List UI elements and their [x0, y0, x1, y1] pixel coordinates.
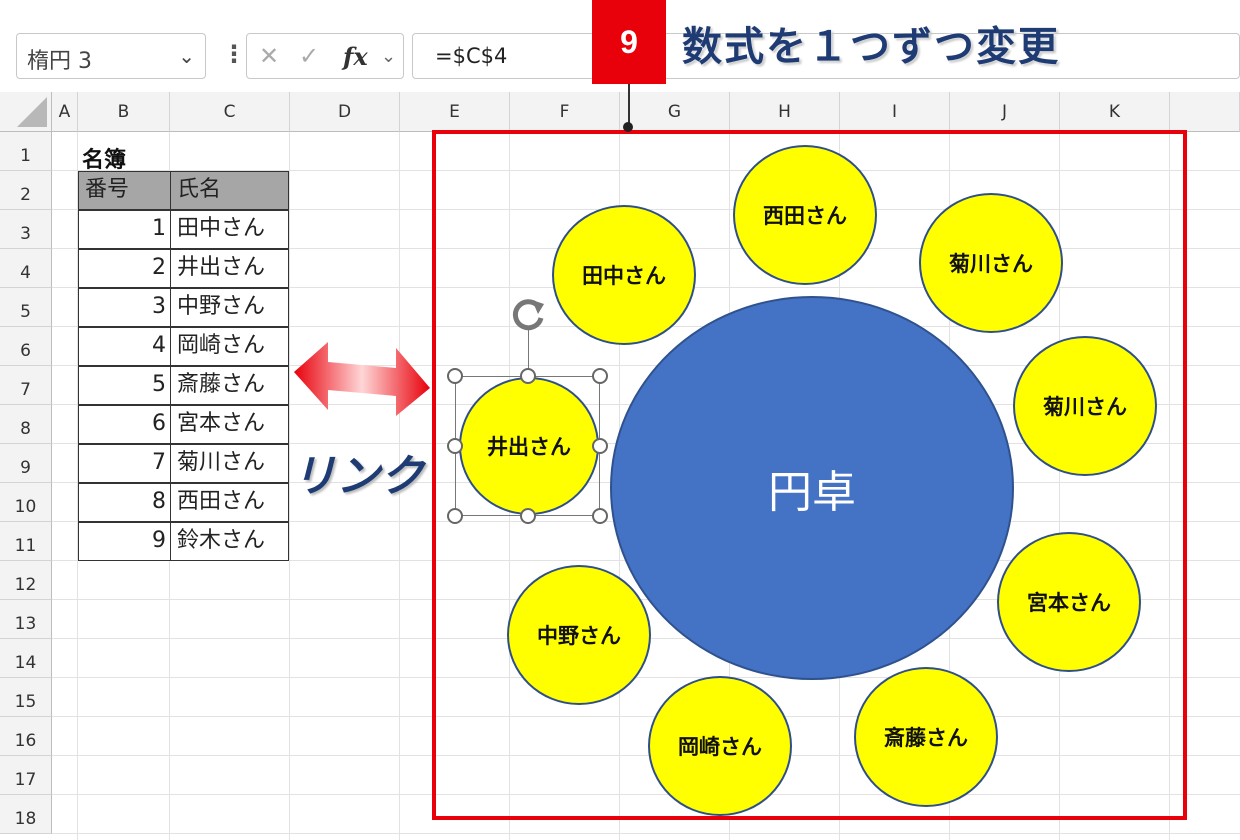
round-table-shape[interactable]: 円卓 [610, 296, 1014, 680]
cell-name[interactable]: 中野さん [170, 288, 289, 327]
row-header-6[interactable]: 6 [0, 327, 52, 366]
name-box[interactable]: 楕円 3 ⌄ [16, 33, 206, 79]
cell-name[interactable]: 井出さん [170, 249, 289, 288]
round-table-label: 円卓 [768, 467, 856, 518]
row-header-3[interactable]: 3 [0, 210, 52, 249]
seat-label: 中野さん [537, 624, 621, 648]
column-header-filler [1170, 92, 1240, 132]
sheet-title: 名簿 [82, 148, 127, 173]
row-header-1[interactable]: 1 [0, 132, 52, 171]
row-header-12[interactable]: 12 [0, 561, 52, 600]
chevron-down-icon[interactable]: ⌄ [381, 46, 396, 67]
row-header-8[interactable]: 8 [0, 405, 52, 444]
cell-number[interactable]: 5 [78, 366, 171, 405]
headline: 数式を１つずつ変更 [682, 24, 1060, 70]
seat-saito[interactable]: 斎藤さん [854, 667, 998, 807]
seat-tanaka[interactable]: 田中さん [552, 205, 696, 345]
selection-box [455, 376, 600, 516]
column-header-f[interactable]: F [510, 92, 620, 132]
cell-number[interactable]: 4 [78, 327, 171, 366]
cell-number[interactable]: 3 [78, 288, 171, 327]
resize-handle[interactable] [592, 368, 608, 384]
cell-number[interactable]: 2 [78, 249, 171, 288]
column-header-i[interactable]: I [840, 92, 950, 132]
row-header-9[interactable]: 9 [0, 444, 52, 483]
resize-handle[interactable] [447, 368, 463, 384]
column-header-a[interactable]: A [52, 92, 78, 132]
formula-text: =$C$4 [435, 44, 508, 68]
rotate-handle-icon[interactable] [508, 294, 548, 334]
column-header-d[interactable]: D [290, 92, 400, 132]
cell-number[interactable]: 1 [78, 210, 171, 249]
seat-label: 西田さん [763, 204, 847, 228]
cell-name[interactable]: 田中さん [170, 210, 289, 249]
seat-label: 宮本さん [1027, 591, 1111, 615]
cell-number[interactable]: 8 [78, 483, 171, 522]
seat-okazaki[interactable]: 岡崎さん [648, 676, 792, 816]
seat-label: 菊川さん [949, 252, 1033, 276]
name-box-value: 楕円 3 [27, 49, 92, 74]
double-arrow-icon [292, 340, 432, 420]
row-header-2[interactable]: 2 [0, 171, 52, 210]
resize-handle[interactable] [447, 508, 463, 524]
more-icon[interactable]: ⋮ [222, 40, 246, 68]
seat-nakano[interactable]: 中野さん [507, 565, 651, 705]
cell-number[interactable]: 9 [78, 522, 171, 561]
column-header-h[interactable]: H [730, 92, 840, 132]
row-header-18[interactable]: 18 [0, 795, 52, 834]
leader-line [628, 84, 630, 126]
resize-handle[interactable] [520, 368, 536, 384]
row-header-5[interactable]: 5 [0, 288, 52, 327]
column-header-b[interactable]: B [78, 92, 170, 132]
column-header-e[interactable]: E [400, 92, 510, 132]
row-header-15[interactable]: 15 [0, 678, 52, 717]
cell-number[interactable]: 6 [78, 405, 171, 444]
resize-handle[interactable] [592, 438, 608, 454]
resize-handle[interactable] [447, 438, 463, 454]
row-header-13[interactable]: 13 [0, 600, 52, 639]
cell-name[interactable]: 西田さん [170, 483, 289, 522]
row-header-7[interactable]: 7 [0, 366, 52, 405]
cell-name[interactable]: 鈴木さん [170, 522, 289, 561]
column-header-c[interactable]: C [170, 92, 290, 132]
link-label: リンク [292, 451, 424, 502]
table-header-name[interactable]: 氏名 [170, 171, 289, 210]
seat-miyamoto[interactable]: 宮本さん [997, 532, 1141, 672]
row-header-4[interactable]: 4 [0, 249, 52, 288]
cancel-icon[interactable]: ✕ [259, 42, 279, 70]
enter-icon[interactable]: ✓ [299, 42, 319, 70]
chevron-down-icon[interactable]: ⌄ [178, 44, 195, 68]
row-header-14[interactable]: 14 [0, 639, 52, 678]
resize-handle[interactable] [592, 508, 608, 524]
column-header-g[interactable]: G [620, 92, 730, 132]
seat-label: 菊川さん [1043, 395, 1127, 419]
cell-name[interactable]: 菊川さん [170, 444, 289, 483]
row-header-17[interactable]: 17 [0, 756, 52, 795]
seat-nishida[interactable]: 西田さん [733, 145, 877, 285]
column-header-j[interactable]: J [950, 92, 1060, 132]
step-badge: 9 [592, 0, 666, 84]
table-header-number[interactable]: 番号 [78, 171, 171, 210]
resize-handle[interactable] [520, 508, 536, 524]
seat-kikukawa-top[interactable]: 菊川さん [919, 193, 1063, 333]
seat-label: 田中さん [582, 264, 666, 288]
cell-name[interactable]: 宮本さん [170, 405, 289, 444]
fx-icon[interactable]: fx [343, 42, 368, 71]
row-header-16[interactable]: 16 [0, 717, 52, 756]
row-header-10[interactable]: 10 [0, 483, 52, 522]
seat-label: 岡崎さん [678, 735, 762, 759]
seat-kikukawa-right[interactable]: 菊川さん [1013, 336, 1157, 476]
formula-buttons: ✕ ✓ fx ⌄ [246, 33, 404, 79]
cell-name[interactable]: 岡崎さん [170, 327, 289, 366]
grid-line [289, 132, 290, 840]
cell-name[interactable]: 斎藤さん [170, 366, 289, 405]
select-all-button[interactable] [0, 92, 52, 132]
select-all-icon [17, 97, 47, 127]
cell-number[interactable]: 7 [78, 444, 171, 483]
leader-dot [623, 122, 633, 132]
column-header-k[interactable]: K [1060, 92, 1170, 132]
seat-label: 斎藤さん [884, 726, 968, 750]
row-header-11[interactable]: 11 [0, 522, 52, 561]
